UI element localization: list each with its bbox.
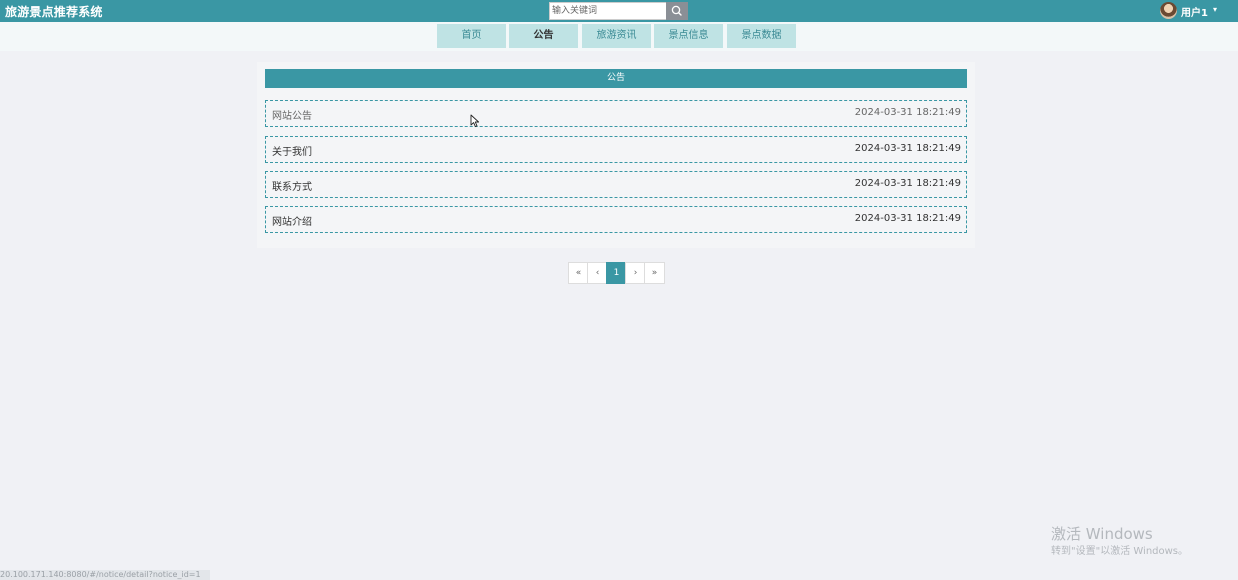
panel-title: 公告	[265, 69, 967, 88]
page-number-button[interactable]: 1	[606, 262, 627, 284]
notice-time: 2024-03-31 18:21:49	[854, 107, 961, 118]
nav-item-attraction-data[interactable]: 景点数据	[727, 24, 796, 48]
search-icon	[671, 5, 682, 16]
notice-row[interactable]: 关于我们 2024-03-31 18:21:49	[265, 136, 967, 163]
mouse-cursor-icon	[470, 114, 480, 128]
avatar[interactable]	[1160, 2, 1177, 19]
prev-page-button[interactable]: ‹	[587, 262, 608, 284]
top-bar: 旅游景点推荐系统 用户1 ▾	[0, 0, 1238, 22]
next-page-button[interactable]: ›	[625, 262, 646, 284]
first-page-button[interactable]: «	[568, 262, 589, 284]
notice-time: 2024-03-31 18:21:49	[854, 143, 961, 154]
nav-item-attraction-info[interactable]: 景点信息	[654, 24, 723, 48]
notice-row[interactable]: 网站介绍 2024-03-31 18:21:49	[265, 206, 967, 233]
notice-row[interactable]: 网站公告 2024-03-31 18:21:49	[265, 100, 967, 127]
search-button[interactable]	[666, 2, 688, 20]
nav-item-travel-news[interactable]: 旅游资讯	[582, 24, 651, 48]
notice-time: 2024-03-31 18:21:49	[854, 178, 961, 189]
notice-panel: 公告 网站公告 2024-03-31 18:21:49 关于我们 2024-03…	[257, 62, 975, 248]
last-page-button[interactable]: »	[644, 262, 665, 284]
notice-title[interactable]: 联系方式	[272, 178, 312, 193]
notice-title[interactable]: 网站介绍	[272, 213, 312, 228]
main-nav: 首页 公告 旅游资讯 景点信息 景点数据	[0, 22, 1238, 51]
notice-row[interactable]: 联系方式 2024-03-31 18:21:49	[265, 171, 967, 198]
user-name[interactable]: 用户1	[1181, 4, 1208, 19]
nav-item-notice[interactable]: 公告	[509, 24, 578, 48]
notice-title[interactable]: 关于我们	[272, 143, 312, 158]
caret-down-icon[interactable]: ▾	[1213, 5, 1217, 14]
windows-activation-hint: 转到"设置"以激活 Windows。	[1051, 546, 1189, 557]
notice-title[interactable]: 网站公告	[272, 107, 312, 122]
search-input[interactable]	[549, 2, 667, 20]
site-title[interactable]: 旅游景点推荐系统	[5, 3, 103, 20]
status-url: 20.100.171.140:8080/#/notice/detail?noti…	[0, 570, 210, 580]
windows-activation-title: 激活 Windows	[1051, 525, 1153, 543]
nav-item-home[interactable]: 首页	[437, 24, 506, 48]
notice-time: 2024-03-31 18:21:49	[854, 213, 961, 224]
